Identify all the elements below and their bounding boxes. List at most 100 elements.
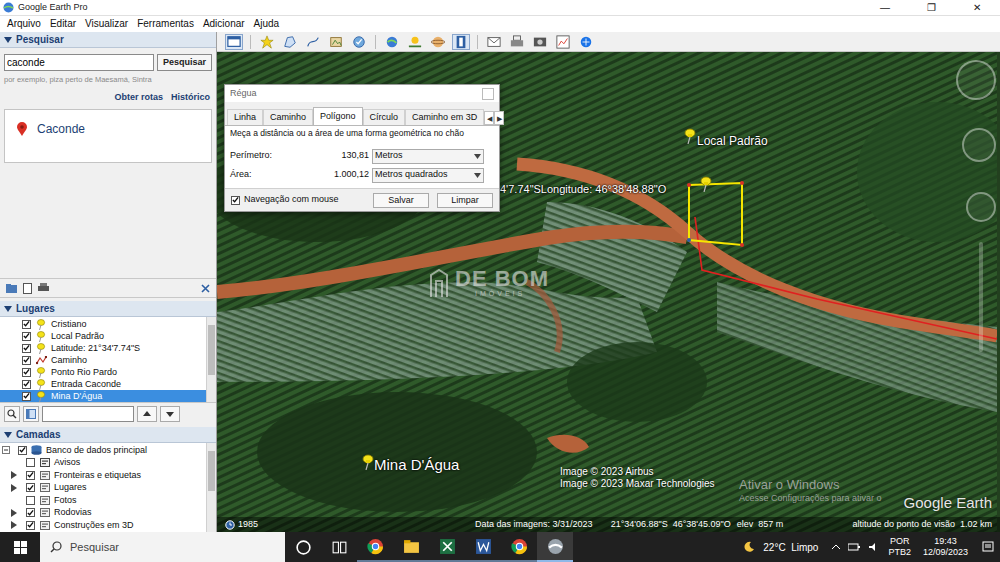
layer-checkbox[interactable] <box>26 458 35 467</box>
restore-button[interactable]: ❐ <box>908 0 954 15</box>
prev-button[interactable] <box>137 406 157 422</box>
scroll-thumb[interactable] <box>208 325 215 375</box>
clear-button[interactable]: Limpar <box>437 193 493 208</box>
search-input[interactable] <box>4 54 154 71</box>
view-button[interactable] <box>23 406 39 422</box>
taskbar-app[interactable] <box>321 532 357 562</box>
toolbar-button[interactable] <box>304 34 322 50</box>
menu-item[interactable]: Ajuda <box>254 17 280 31</box>
placemark-label[interactable]: Mina D'Água <box>374 454 459 477</box>
find-button[interactable] <box>4 406 20 422</box>
layer-label[interactable]: Avisos <box>54 457 80 468</box>
ruler-tab[interactable]: Caminho <box>263 109 313 125</box>
place-checkbox[interactable] <box>22 332 31 341</box>
section-header[interactable]: Camadas <box>0 427 216 443</box>
menu-item[interactable]: Arquivo <box>7 17 41 31</box>
toolbar-button[interactable] <box>452 34 470 50</box>
layer-checkbox[interactable] <box>26 483 35 492</box>
expand-icon[interactable] <box>2 446 10 454</box>
toolbar-button[interactable] <box>577 34 595 50</box>
look-control[interactable] <box>962 128 996 162</box>
tab-scroll-button[interactable]: ▶ <box>494 111 504 125</box>
scroll-thumb[interactable] <box>208 451 215 491</box>
place-label[interactable]: Latitude: 21°34'7.74"S <box>51 343 140 354</box>
taskbar-app[interactable] <box>357 532 393 562</box>
layer-item[interactable]: Construções em 3D <box>0 519 206 532</box>
unit-dropdown[interactable]: Metros <box>372 149 484 164</box>
toolbar-button[interactable] <box>429 34 447 50</box>
place-item[interactable]: Ponto Rio Pardo <box>0 366 206 378</box>
expand-icon[interactable] <box>10 496 18 504</box>
taskbar-app[interactable] <box>429 532 465 562</box>
ruler-tab[interactable]: Linha <box>227 109 263 125</box>
toolbar-button[interactable] <box>281 34 299 50</box>
search-link[interactable]: Obter rotas <box>114 91 163 105</box>
place-label[interactable]: Local Padrão <box>51 331 104 342</box>
toolbar-button[interactable] <box>508 34 526 50</box>
next-button[interactable] <box>160 406 180 422</box>
scrollbar[interactable] <box>206 317 216 402</box>
layer-item[interactable]: Fronteiras e etiquetas <box>0 469 206 482</box>
taskbar-app[interactable] <box>285 532 321 562</box>
result-label[interactable]: Caconde <box>37 120 85 138</box>
close-button[interactable] <box>482 88 494 100</box>
scrollbar[interactable] <box>206 443 216 532</box>
layer-label[interactable]: Fotos <box>54 495 77 506</box>
place-label[interactable]: Caminho <box>51 355 87 366</box>
place-checkbox[interactable] <box>22 344 31 353</box>
place-checkbox[interactable] <box>22 356 31 365</box>
place-item[interactable]: Cristiano <box>0 318 206 330</box>
menu-item[interactable]: Editar <box>50 17 76 31</box>
toolbar-button[interactable] <box>485 34 503 50</box>
layer-checkbox[interactable] <box>26 521 35 530</box>
place-checkbox[interactable] <box>22 368 31 377</box>
section-header[interactable]: Pesquisar <box>0 32 216 48</box>
layer-checkbox[interactable] <box>18 446 27 455</box>
layer-checkbox[interactable] <box>26 471 35 480</box>
search-link[interactable]: Histórico <box>171 91 210 105</box>
save-button[interactable]: Salvar <box>373 193 429 208</box>
place-item[interactable]: Entrada Caconde <box>0 378 206 390</box>
expand-icon[interactable] <box>10 521 18 529</box>
minimize-button[interactable]: — <box>862 0 908 15</box>
toolbar-button[interactable] <box>258 34 276 50</box>
taskbar-search[interactable]: Pesquisar <box>40 532 285 562</box>
history-year[interactable]: 1985 <box>238 518 258 532</box>
compass-control[interactable] <box>956 60 996 100</box>
mouse-nav-label[interactable]: Navegação com mouse <box>244 193 339 207</box>
place-item[interactable]: Mina D'Água <box>0 390 206 402</box>
ruler-tab[interactable]: Círculo <box>363 109 406 125</box>
taskbar-app[interactable] <box>537 532 573 562</box>
place-label[interactable]: Entrada Caconde <box>51 379 121 390</box>
tab-scroll-button[interactable]: ◀ <box>484 111 494 125</box>
expand-icon[interactable] <box>10 509 18 517</box>
place-checkbox[interactable] <box>22 320 31 329</box>
toolbar-button[interactable] <box>383 34 401 50</box>
ruler-tab[interactable]: Polígono <box>313 107 363 125</box>
layer-item[interactable]: Rodovias <box>0 507 206 520</box>
toolbar-button[interactable] <box>225 34 243 50</box>
search-placeholder[interactable]: Pesquisar <box>70 539 119 556</box>
layer-checkbox[interactable] <box>26 508 35 517</box>
toolbar-button[interactable] <box>406 34 424 50</box>
menu-item[interactable]: Adicionar <box>203 17 245 31</box>
place-item[interactable]: Local Padrão <box>0 330 206 342</box>
layer-label[interactable]: Construções em 3D <box>54 520 134 531</box>
place-label[interactable]: Cristiano <box>51 319 87 330</box>
taskbar-app[interactable] <box>501 532 537 562</box>
layer-label[interactable]: Lugares <box>54 482 87 493</box>
close-button[interactable]: ✕ <box>954 0 1000 15</box>
layer-label[interactable]: Banco de dados principal <box>46 445 147 456</box>
weather[interactable]: 22°C Limpo <box>763 540 818 555</box>
search-result[interactable]: Caconde <box>5 110 211 148</box>
unit-dropdown[interactable]: Metros quadrados <box>372 168 484 183</box>
layer-label[interactable]: Rodovias <box>54 507 92 518</box>
place-checkbox[interactable] <box>22 392 31 401</box>
expand-icon[interactable] <box>10 484 18 492</box>
place-item[interactable]: Latitude: 21°34'7.74"S <box>0 342 206 354</box>
toolbar-button[interactable] <box>531 34 549 50</box>
place-label[interactable]: Mina D'Água <box>51 391 102 402</box>
layer-item[interactable]: Fotos <box>0 494 206 507</box>
search-button[interactable]: Pesquisar <box>157 54 212 71</box>
placemark-label[interactable]: Local Padrão <box>697 132 768 150</box>
